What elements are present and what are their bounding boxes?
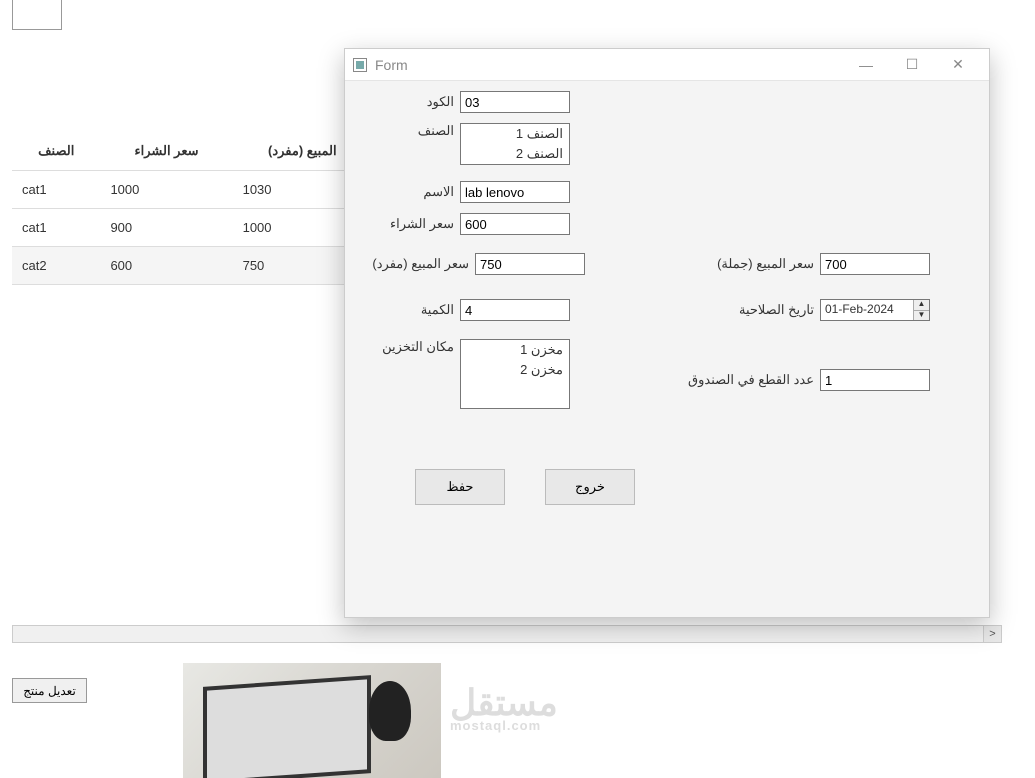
cell-category: cat1 (12, 170, 100, 208)
label-pieces-box: عدد القطع في الصندوق (670, 372, 820, 388)
dialog-titlebar[interactable]: Form — ☐ ✕ (345, 49, 989, 81)
dialog-title: Form (375, 57, 843, 73)
quantity-input[interactable] (460, 299, 570, 321)
spin-up-icon[interactable]: ▲ (914, 300, 929, 311)
label-buy-price: سعر الشراء (365, 216, 460, 232)
cell-category: cat1 (12, 208, 100, 246)
label-name: الاسم (365, 184, 460, 200)
label-storage: مكان التخزين (365, 339, 460, 355)
cell-buy: 900 (100, 208, 232, 246)
app-icon (353, 58, 367, 72)
product-image (183, 663, 441, 778)
dialog-body: الكود الصنف الصنف 1 الصنف 2 الاسم سعر ال… (345, 81, 989, 617)
name-input[interactable] (460, 181, 570, 203)
minimize-button[interactable]: — (843, 50, 889, 80)
pieces-box-input[interactable] (820, 369, 930, 391)
storage-option[interactable]: مخزن 1 (461, 340, 569, 360)
expiry-datepicker[interactable]: 01-Feb-2024 ▲ ▼ (820, 299, 930, 321)
maximize-button[interactable]: ☐ (889, 50, 935, 80)
category-listbox[interactable]: الصنف 1 الصنف 2 (460, 123, 570, 165)
cell-buy: 600 (100, 246, 232, 284)
label-sell-single: سعر المبيع (مفرد) (365, 256, 475, 272)
label-quantity: الكمية (365, 302, 460, 318)
table-row[interactable]: cat1 1000 1030 (12, 170, 372, 208)
label-code: الكود (365, 94, 460, 110)
table-row[interactable]: cat1 900 1000 (12, 208, 372, 246)
label-sell-bulk: سعر المبيع (جملة) (700, 256, 820, 272)
horizontal-scrollbar[interactable]: > (12, 625, 1002, 643)
watermark-logo: مستقل mostaql.com (450, 685, 558, 732)
sell-single-input[interactable] (475, 253, 585, 275)
code-input[interactable] (460, 91, 570, 113)
scroll-right-icon[interactable]: > (983, 626, 1001, 642)
form-dialog: Form — ☐ ✕ الكود الصنف الصنف 1 الصنف 2 ا… (344, 48, 990, 618)
table-header-row: الصنف سعر الشراء المبيع (مفرد) (12, 132, 372, 170)
buy-price-input[interactable] (460, 213, 570, 235)
cell-buy: 1000 (100, 170, 232, 208)
spin-down-icon[interactable]: ▼ (914, 311, 929, 321)
date-spinner[interactable]: ▲ ▼ (913, 300, 929, 320)
col-category: الصنف (12, 132, 100, 170)
watermark-main: مستقل (450, 682, 558, 723)
edit-product-button[interactable]: تعديل منتج (12, 678, 87, 703)
label-category: الصنف (365, 123, 460, 139)
sell-bulk-input[interactable] (820, 253, 930, 275)
storage-option[interactable]: مخزن 2 (461, 360, 569, 380)
close-button[interactable]: ✕ (935, 50, 981, 80)
category-option[interactable]: الصنف 1 (461, 124, 569, 144)
expiry-value: 01-Feb-2024 (821, 300, 913, 320)
cell-category: cat2 (12, 246, 100, 284)
save-button[interactable]: حفظ (415, 469, 505, 505)
exit-button[interactable]: خروج (545, 469, 635, 505)
category-option[interactable]: الصنف 2 (461, 144, 569, 164)
storage-listbox[interactable]: مخزن 1 مخزن 2 (460, 339, 570, 409)
col-buy-price: سعر الشراء (100, 132, 232, 170)
top-box-fragment (12, 0, 62, 30)
table-row[interactable]: cat2 600 750 (12, 246, 372, 284)
label-expiry: تاريخ الصلاحية (720, 302, 820, 318)
products-table[interactable]: الصنف سعر الشراء المبيع (مفرد) cat1 1000… (12, 132, 372, 285)
